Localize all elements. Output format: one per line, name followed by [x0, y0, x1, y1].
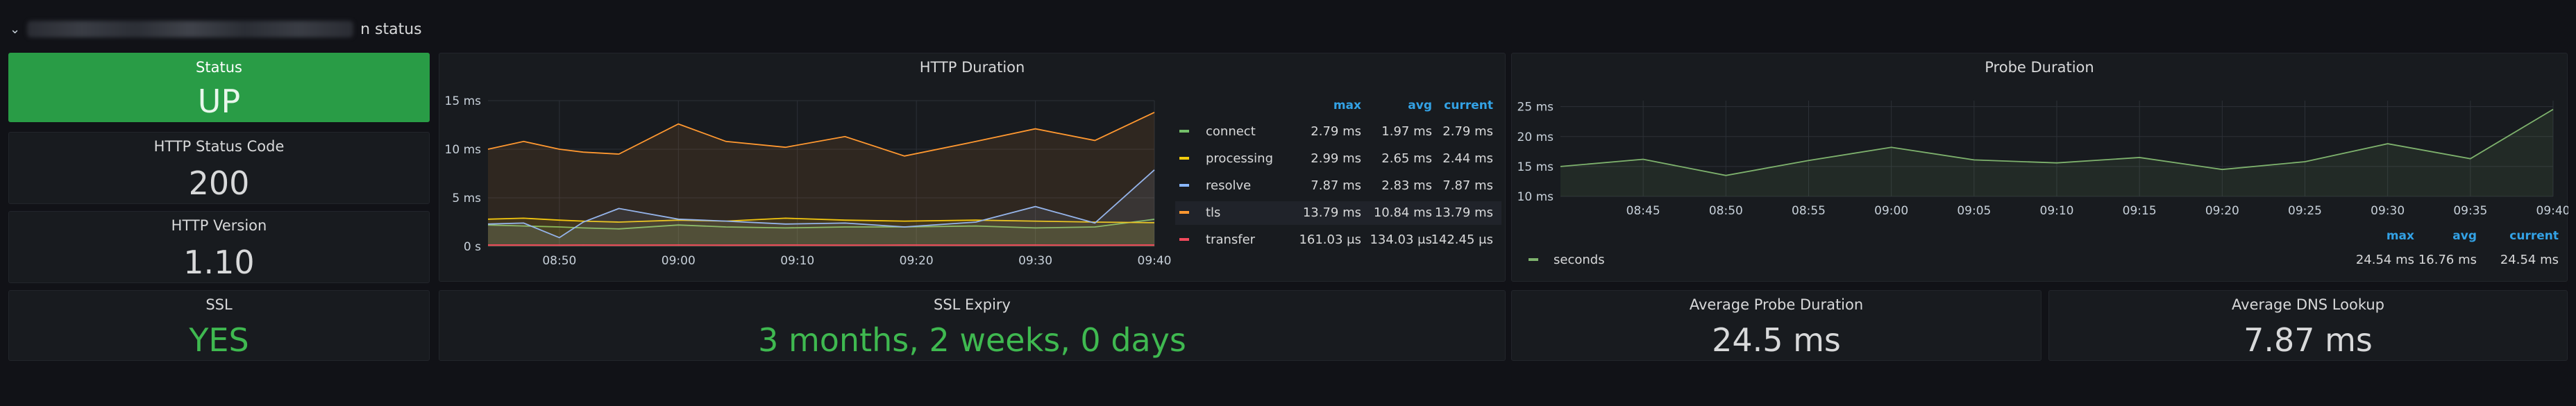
legend-current-seconds: 24.54 ms — [2500, 253, 2559, 267]
http-duration-chart[interactable]: 0 s 5 ms 10 ms 15 ms 08:50 09:00 09:10 09:20 09:… — [439, 53, 1506, 282]
ssl-value: YES — [189, 321, 249, 359]
avg-probe-duration-panel[interactable]: Average Probe Duration 24.5 ms — [1511, 290, 2042, 361]
http-version-panel[interactable]: HTTP Version 1.10 — [8, 211, 430, 283]
http-status-code-panel[interactable]: HTTP Status Code 200 — [8, 132, 430, 204]
legend-swatch-resolve — [1179, 184, 1189, 187]
legend-current-processing: 2.44 ms — [1442, 151, 1493, 166]
x-tick-label: 08:55 — [1792, 204, 1826, 218]
x-tick-label: 09:40 — [2536, 204, 2569, 218]
ssl-expiry-panel[interactable]: SSL Expiry 3 months, 2 weeks, 0 days — [439, 290, 1506, 361]
legend-name-transfer: transfer — [1206, 232, 1256, 247]
avg-probe-duration-value: 24.5 ms — [1712, 321, 1841, 359]
legend-avg-processing: 2.65 ms — [1381, 151, 1432, 166]
y-tick-label: 5 ms — [452, 192, 481, 205]
legend-name-seconds: seconds — [1554, 253, 1605, 267]
http-status-code-value: 200 — [188, 164, 250, 202]
avg-dns-lookup-panel[interactable]: Average DNS Lookup 7.87 ms — [2048, 290, 2568, 361]
legend-swatch-connect — [1179, 130, 1189, 133]
legend-avg-transfer: 134.03 μs — [1370, 232, 1432, 247]
legend-header-current: current — [1444, 99, 1493, 112]
x-tick-label: 09:20 — [900, 254, 934, 268]
x-tick-label: 09:15 — [2123, 204, 2157, 218]
legend-name-tls: tls — [1206, 205, 1220, 220]
legend-current-resolve: 7.87 ms — [1442, 178, 1493, 193]
legend-swatch-processing — [1179, 157, 1189, 160]
legend-max-connect: 2.79 ms — [1311, 124, 1361, 139]
y-tick-label: 10 ms — [445, 143, 482, 157]
legend-current-transfer: 142.45 μs — [1431, 232, 1493, 247]
legend-swatch-tls — [1179, 211, 1189, 214]
http-status-code-title: HTTP Status Code — [153, 138, 285, 155]
legend-max-transfer: 161.03 μs — [1299, 232, 1361, 247]
probe-duration-panel[interactable]: Probe Duration 10 ms 15 ms 20 ms 25 ms 08:45… — [1511, 53, 2568, 282]
ssl-panel[interactable]: SSL YES — [8, 290, 430, 361]
legend-header-max: max — [2386, 229, 2414, 243]
x-tick-label: 09:05 — [1957, 204, 1991, 218]
status-value: UP — [197, 83, 241, 120]
legend-swatch-seconds — [1529, 258, 1538, 261]
x-tick-label: 09:40 — [1138, 254, 1172, 268]
legend-header-avg: avg — [2452, 229, 2477, 243]
x-tick-label: 08:50 — [542, 254, 576, 268]
avg-probe-duration-title: Average Probe Duration — [1689, 296, 1864, 313]
legend-avg-resolve: 2.83 ms — [1381, 178, 1432, 193]
x-tick-label: 09:25 — [2288, 204, 2322, 218]
x-tick-label: 08:50 — [1709, 204, 1743, 218]
avg-dns-lookup-title: Average DNS Lookup — [2232, 296, 2384, 313]
legend-name-resolve: resolve — [1206, 178, 1251, 193]
x-tick-label: 09:30 — [2371, 204, 2405, 218]
legend-max-resolve: 7.87 ms — [1311, 178, 1361, 193]
http-version-value: 1.10 — [183, 244, 255, 281]
legend-header-current: current — [2509, 229, 2559, 243]
probe-duration-chart[interactable]: 10 ms 15 ms 20 ms 25 ms 08:45 08:50 08:55 09:00… — [1512, 53, 2568, 282]
x-tick-label: 09:10 — [780, 254, 814, 268]
legend-name-processing: processing — [1206, 151, 1273, 166]
avg-dns-lookup-value: 7.87 ms — [2244, 321, 2373, 359]
ssl-expiry-value: 3 months, 2 weeks, 0 days — [758, 321, 1186, 359]
legend-current-tls: 13.79 ms — [1435, 205, 1493, 220]
y-tick-label: 10 ms — [1517, 190, 1554, 204]
http-version-title: HTTP Version — [171, 217, 267, 234]
legend-header-max: max — [1333, 99, 1361, 112]
status-title: Status — [196, 59, 242, 76]
y-tick-label: 20 ms — [1517, 130, 1554, 144]
x-tick-label: 09:10 — [2040, 204, 2074, 218]
legend-name-connect: connect — [1206, 124, 1256, 139]
x-tick-label: 08:45 — [1626, 204, 1660, 218]
y-tick-label: 0 s — [464, 240, 481, 254]
y-tick-label: 25 ms — [1517, 101, 1554, 115]
row-title-suffix: n status — [360, 20, 422, 38]
status-panel[interactable]: Status UP — [8, 53, 430, 122]
x-tick-label: 09:00 — [1874, 204, 1908, 218]
legend-avg-seconds: 16.76 ms — [2418, 253, 2477, 267]
redacted-row-title — [27, 21, 354, 37]
x-tick-label: 09:30 — [1018, 254, 1052, 268]
x-tick-label: 09:20 — [2205, 204, 2239, 218]
legend-swatch-transfer — [1179, 238, 1189, 241]
legend-avg-connect: 1.97 ms — [1381, 124, 1432, 139]
ssl-title: SSL — [205, 296, 233, 313]
legend-avg-tls: 10.84 ms — [1374, 205, 1432, 220]
legend-header-avg: avg — [1408, 99, 1432, 112]
legend-max-processing: 2.99 ms — [1311, 151, 1361, 166]
ssl-expiry-title: SSL Expiry — [934, 296, 1011, 313]
row-header[interactable]: ⌄ n status — [10, 15, 422, 43]
legend-max-seconds: 24.54 ms — [2356, 253, 2414, 267]
chevron-down-icon[interactable]: ⌄ — [10, 22, 20, 37]
legend-max-tls: 13.79 ms — [1303, 205, 1361, 220]
y-tick-label: 15 ms — [445, 94, 482, 108]
legend-current-connect: 2.79 ms — [1442, 124, 1493, 139]
x-tick-label: 09:00 — [662, 254, 696, 268]
x-tick-label: 09:35 — [2453, 204, 2487, 218]
http-duration-panel[interactable]: HTTP Duration 0 s5 ms 10 ms 15 ms 08:50 09:0… — [439, 53, 1506, 282]
y-tick-label: 15 ms — [1517, 160, 1554, 174]
